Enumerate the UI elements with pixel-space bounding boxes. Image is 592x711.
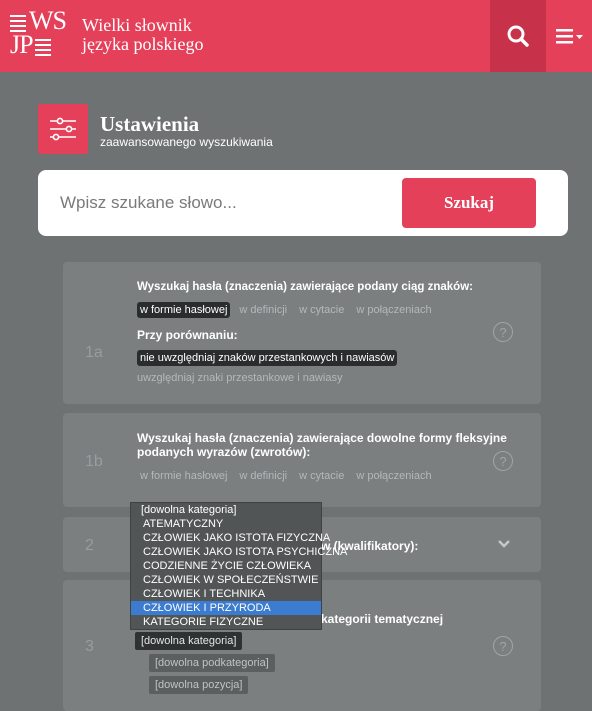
settings-sliders-icon (38, 104, 88, 154)
book-icon (34, 36, 51, 56)
option-w-formie-haslowej[interactable]: w formie hasłowej (137, 302, 231, 318)
help-icon[interactable]: ? (493, 636, 513, 656)
help-icon[interactable]: ? (493, 451, 513, 471)
card-question-line2: podanych wyrazów (zwrotów): (137, 445, 311, 459)
dropdown-option[interactable]: CZŁOWIEK JAKO ISTOTA PSYCHICZNA (131, 545, 347, 559)
category-select[interactable]: [dowolna kategoria] (135, 632, 243, 650)
card-question: kategorii tematycznej (321, 612, 444, 626)
card-number: 3 (85, 638, 94, 655)
header-menu-button[interactable] (548, 0, 592, 72)
card-number: 2 (85, 537, 94, 554)
help-icon[interactable]: ? (493, 322, 513, 342)
position-select[interactable]: [dowolna pozycja] (149, 676, 249, 694)
dropdown-option[interactable]: CZŁOWIEK W SPOŁECZEŃSTWIE (131, 573, 321, 587)
logo-text-jp: JP (10, 30, 34, 59)
wsjp-logo[interactable]: WS JP (10, 6, 67, 62)
header-search-button[interactable] (490, 0, 546, 72)
settings-title: Ustawienia (100, 112, 200, 136)
search-box: Szukaj (38, 170, 568, 236)
logo-text-ws: WS (29, 6, 67, 35)
option-w-definicji[interactable]: w definicji (236, 468, 290, 484)
settings-subtitle: zaawansowanego wyszukiwania (100, 135, 273, 149)
book-icon (10, 12, 26, 32)
dropdown-option-selected[interactable]: CZŁOWIEK I PRZYRODA (131, 601, 321, 615)
hamburger-menu-icon (556, 29, 583, 44)
dropdown-option[interactable]: KATEGORIE FIZYCZNE (131, 615, 321, 629)
subcategory-select[interactable]: [dowolna podkategoria] (149, 654, 275, 672)
option-w-polaczeniach[interactable]: w połączeniach (353, 468, 434, 484)
dropdown-option[interactable]: [dowolna kategoria] (131, 503, 321, 517)
chevron-down-icon[interactable] (497, 539, 511, 549)
site-title-line1: Wielki słownik (82, 15, 192, 35)
search-input[interactable] (60, 188, 390, 218)
option-w-definicji[interactable]: w definicji (236, 302, 290, 318)
option-w-cytacie[interactable]: w cytacie (296, 468, 347, 484)
option-group-compare: nie uwzględniaj znaków przestankowych i … (137, 350, 398, 366)
search-icon (507, 25, 529, 47)
card-question: Wyszukaj hasła (znaczenia) zawierające p… (137, 281, 473, 293)
category-dropdown-list: [dowolna kategoria] ATEMATYCZNY CZŁOWIEK… (130, 502, 347, 630)
card-number: 1a (85, 344, 103, 361)
card-number: 1b (85, 453, 103, 470)
dropdown-option[interactable]: ATEMATYCZNY (131, 517, 321, 531)
option-w-polaczeniach[interactable]: w połączeniach (353, 302, 434, 318)
dropdown-option[interactable]: CODZIENNE ŻYCIE CZŁOWIEKA (131, 559, 321, 573)
option-ignore-punctuation[interactable]: nie uwzględniaj znaków przestankowych i … (137, 350, 398, 366)
compare-label: Przy porównaniu: (137, 328, 238, 342)
option-w-cytacie[interactable]: w cytacie (296, 302, 347, 318)
search-submit-button[interactable]: Szukaj (402, 178, 536, 228)
option-w-formie-haslowej[interactable]: w formie hasłowej (137, 468, 230, 484)
option-include-punctuation[interactable]: uwzględniaj znaki przestankowe i nawiasy (137, 370, 345, 386)
option-group-compare-2: uwzględniaj znaki przestankowe i nawiasy (137, 370, 345, 386)
dropdown-option[interactable]: CZŁOWIEK I TECHNIKA (131, 587, 321, 601)
search-option-card-1b: 1b Wyszukaj hasła (znaczenia) zawierając… (63, 413, 541, 507)
option-group-scope: w formie hasłowej w definicji w cytacie … (137, 302, 435, 318)
site-title[interactable]: Wielki słownik języka polskiego (82, 16, 203, 54)
site-title-line2: języka polskiego (82, 34, 204, 54)
card-question-line1: Wyszukaj hasła (znaczenia) zawierające d… (137, 431, 507, 445)
search-option-card-1a: 1a Wyszukaj hasła (znaczenia) zawierając… (63, 262, 541, 404)
dropdown-option[interactable]: CZŁOWIEK JAKO ISTOTA FIZYCZNA (131, 531, 330, 545)
option-group-scope: w formie hasłowej w definicji w cytacie … (137, 468, 435, 484)
site-header: WS JP Wielki słownik języka polskiego (0, 0, 592, 72)
